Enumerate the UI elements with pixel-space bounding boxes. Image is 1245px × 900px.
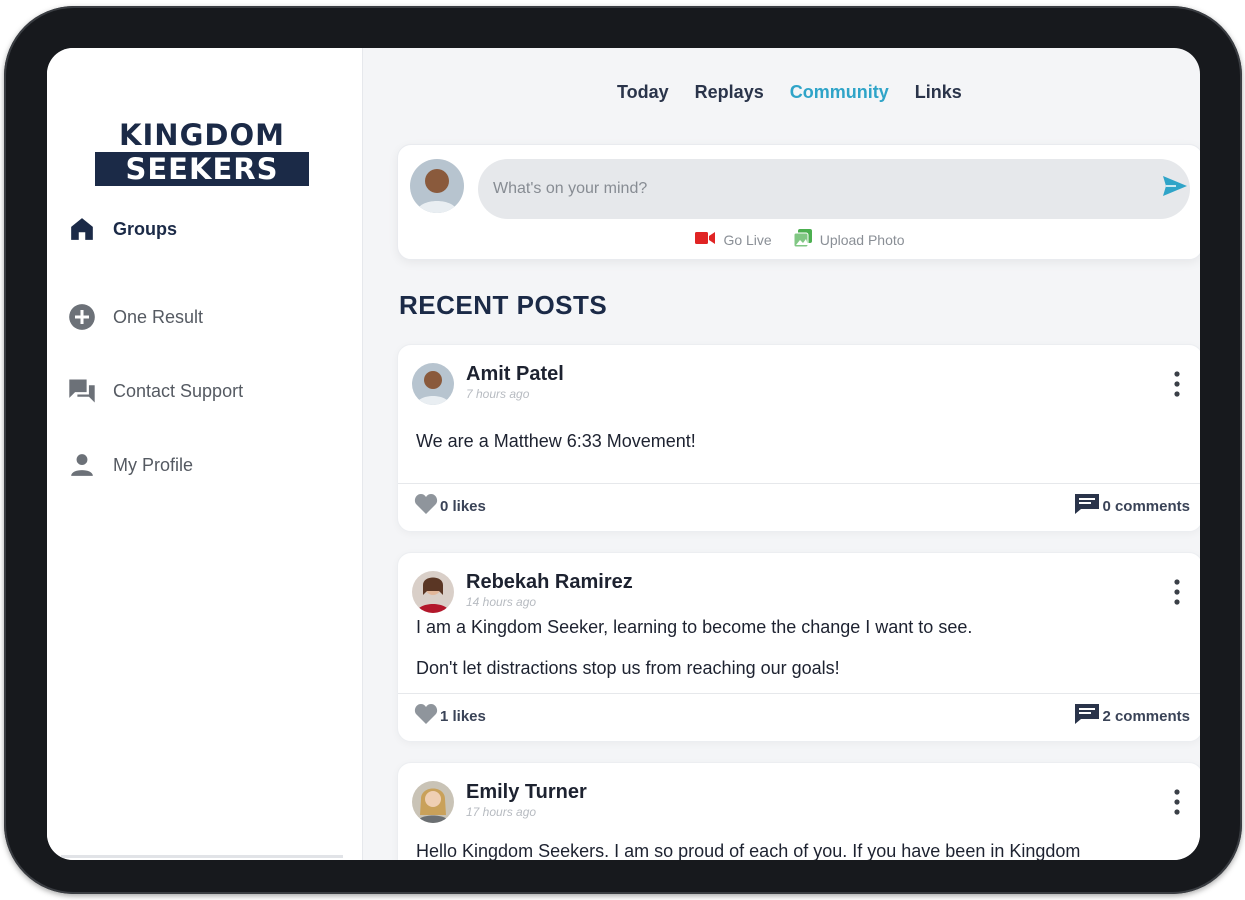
person-icon [67,450,97,480]
post-card: Emily Turner 17 hours ago Hello Kingdom … [397,762,1200,860]
tab-replays[interactable]: Replays [695,82,764,103]
post-time: 7 hours ago [466,387,530,401]
upload-photo-button[interactable]: Upload Photo [793,229,905,250]
sidebar-item-one-result[interactable]: One Result [67,302,203,332]
post-author[interactable]: Rebekah Ramirez [466,571,633,593]
heart-icon [414,703,438,729]
go-live-button[interactable]: Go Live [695,229,772,250]
tab-community[interactable]: Community [790,82,889,103]
sidebar-scroll-edge [61,855,343,858]
sidebar-item-label: Groups [113,218,178,239]
avatar [412,363,454,405]
post-time: 17 hours ago [466,805,537,819]
like-button[interactable]: 0 likes [414,493,486,519]
avatar [412,571,454,613]
post-body: I am a Kingdom Seeker, learning to becom… [416,615,972,680]
post-author[interactable]: Amit Patel [466,363,564,385]
post-divider [398,483,1200,484]
post-composer: Go Live Upload Photo [397,144,1200,260]
post-header: Rebekah Ramirez 14 hours ago [412,571,633,613]
post-body: We are a Matthew 6:33 Movement! [416,429,696,453]
avatar [410,159,464,213]
post-author[interactable]: Emily Turner [466,781,587,803]
post-divider [398,693,1200,694]
post-header: Emily Turner 17 hours ago [412,781,587,823]
home-icon [67,214,97,244]
avatar [412,781,454,823]
sidebar-item-contact-support[interactable]: Contact Support [67,376,243,406]
comments-button[interactable]: 0 comments [1074,493,1190,519]
send-icon[interactable] [1162,175,1188,202]
photo-icon [793,229,812,250]
tab-links[interactable]: Links [915,82,962,103]
plus-circle-icon [67,302,97,332]
heart-icon [414,493,438,519]
like-button[interactable]: 1 likes [414,703,486,729]
chat-bubbles-icon [67,376,97,406]
post-card: Rebekah Ramirez 14 hours ago I am a King… [397,552,1200,742]
sidebar-item-label: Contact Support [113,380,244,401]
kingdom-seekers-logo: KINGDOM SEEKERS [95,120,309,186]
post-text-line: Hello Kingdom Seekers. I am so proud of … [416,841,1081,860]
go-live-label: Go Live [723,231,772,248]
post-text-line: We are a Matthew 6:33 Movement! [416,431,696,451]
post-footer: 1 likes 2 comments [414,703,1190,729]
sidebar-item-label: My Profile [113,454,194,475]
tablet-frame: KINGDOM SEEKERS Groups One Result Contac… [4,6,1242,894]
post-text-line: I am a Kingdom Seeker, learning to becom… [416,617,973,637]
app-screen: KINGDOM SEEKERS Groups One Result Contac… [47,48,1200,860]
recent-posts-title: RECENT POSTS [399,290,608,320]
logo-bottom-text: SEEKERS [95,152,309,186]
comment-count: 2 comments [1102,707,1190,725]
composer-actions: Go Live Upload Photo [398,229,1200,250]
post-time: 14 hours ago [466,595,537,609]
comment-icon [1074,703,1100,729]
more-options-icon[interactable] [1174,579,1180,610]
post-text-line: Don't let distractions stop us from reac… [416,658,840,678]
tab-today[interactable]: Today [617,82,669,103]
upload-photo-label: Upload Photo [819,231,905,248]
sidebar-item-label: One Result [113,306,204,327]
like-count: 0 likes [440,497,486,515]
post-header: Amit Patel 7 hours ago [412,363,564,405]
top-tabs: Today Replays Community Links [617,82,988,103]
post-footer: 0 likes 0 comments [414,493,1190,519]
video-camera-icon [695,231,716,248]
comment-icon [1074,493,1100,519]
logo-top-text: KINGDOM [119,118,285,152]
more-options-icon[interactable] [1174,371,1180,402]
comment-count: 0 comments [1102,497,1190,515]
sidebar: KINGDOM SEEKERS Groups One Result Contac… [47,48,363,860]
sidebar-item-groups[interactable]: Groups [67,214,177,244]
post-card: Amit Patel 7 hours ago We are a Matthew … [397,344,1200,532]
sidebar-item-my-profile[interactable]: My Profile [67,450,193,480]
like-count: 1 likes [440,707,486,725]
comments-button[interactable]: 2 comments [1074,703,1190,729]
more-options-icon[interactable] [1174,789,1180,820]
post-body: Hello Kingdom Seekers. I am so proud of … [416,839,1080,860]
composer-input[interactable] [478,159,1190,219]
